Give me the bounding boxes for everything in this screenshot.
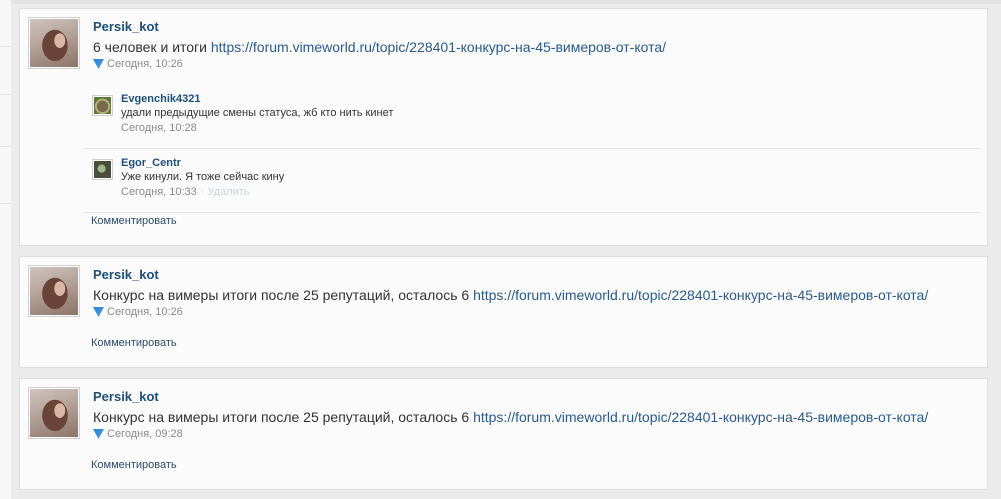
- post-time[interactable]: Сегодня, 10:26: [107, 306, 183, 318]
- post-text-content: Конкурс на вимеры итоги после 25 репутац…: [93, 287, 474, 303]
- avatar[interactable]: [28, 17, 80, 69]
- comment: Evgenchik4321 удали предыдущие смены ста…: [83, 85, 981, 149]
- comment-meta: Сегодня, 10:33 · Удалить: [121, 186, 250, 198]
- status-arrow-icon: [93, 429, 104, 439]
- status-arrow-icon: [93, 307, 104, 317]
- comment-time: Сегодня, 10:28: [121, 122, 197, 134]
- comment-button[interactable]: Комментировать: [91, 459, 177, 471]
- comment-avatar[interactable]: [92, 159, 113, 180]
- avatar[interactable]: [28, 265, 80, 317]
- comment-meta: Сегодня, 10:28: [121, 122, 197, 134]
- post-author[interactable]: Persik_kot: [93, 389, 159, 404]
- comment-button[interactable]: Комментировать: [91, 215, 177, 227]
- status-post: Persik_kot Конкурс на вимеры итоги после…: [19, 256, 988, 368]
- comment: Egor_Centr Уже кинули. Я тоже сейчас кин…: [83, 149, 981, 213]
- post-link[interactable]: https://forum.vimeworld.ru/topic/228401-…: [211, 39, 666, 55]
- comment-text: удали предыдущие смены статуса, жб кто н…: [121, 107, 394, 119]
- status-post: Persik_kot 6 человек и итоги https://for…: [19, 8, 988, 246]
- post-author[interactable]: Persik_kot: [93, 19, 159, 34]
- post-text-content: 6 человек и итоги: [93, 39, 211, 55]
- post-time[interactable]: Сегодня, 09:28: [107, 428, 183, 440]
- comment-button[interactable]: Комментировать: [91, 337, 177, 349]
- comment-time: Сегодня, 10:33: [121, 186, 197, 198]
- comment-text: Уже кинули. Я тоже сейчас кину: [121, 171, 285, 183]
- post-text: Конкурс на вимеры итоги после 25 репутац…: [93, 409, 928, 425]
- post-link[interactable]: https://forum.vimeworld.ru/topic/228401-…: [473, 287, 928, 303]
- status-post: Persik_kot Конкурс на вимеры итоги после…: [19, 378, 988, 490]
- post-meta: Сегодня, 09:28: [93, 428, 183, 440]
- delete-comment-link[interactable]: · Удалить: [201, 186, 250, 198]
- post-meta: Сегодня, 10:26: [93, 306, 183, 318]
- top-edge: [11, 0, 1001, 4]
- left-column: [0, 0, 11, 499]
- comment-author[interactable]: Egor_Centr: [121, 157, 181, 169]
- comment-avatar[interactable]: [92, 95, 113, 116]
- post-link[interactable]: https://forum.vimeworld.ru/topic/228401-…: [473, 409, 928, 425]
- status-arrow-icon: [93, 59, 104, 69]
- post-text-content: Конкурс на вимеры итоги после 25 репутац…: [93, 409, 474, 425]
- post-text: Конкурс на вимеры итоги после 25 репутац…: [93, 287, 928, 303]
- post-time[interactable]: Сегодня, 10:26: [107, 58, 183, 70]
- post-author[interactable]: Persik_kot: [93, 267, 159, 282]
- post-meta: Сегодня, 10:26: [93, 58, 183, 70]
- post-text: 6 человек и итоги https://forum.vimeworl…: [93, 39, 666, 55]
- comments-list: Evgenchik4321 удали предыдущие смены ста…: [83, 85, 981, 213]
- avatar[interactable]: [28, 387, 80, 439]
- comment-author[interactable]: Evgenchik4321: [121, 93, 201, 105]
